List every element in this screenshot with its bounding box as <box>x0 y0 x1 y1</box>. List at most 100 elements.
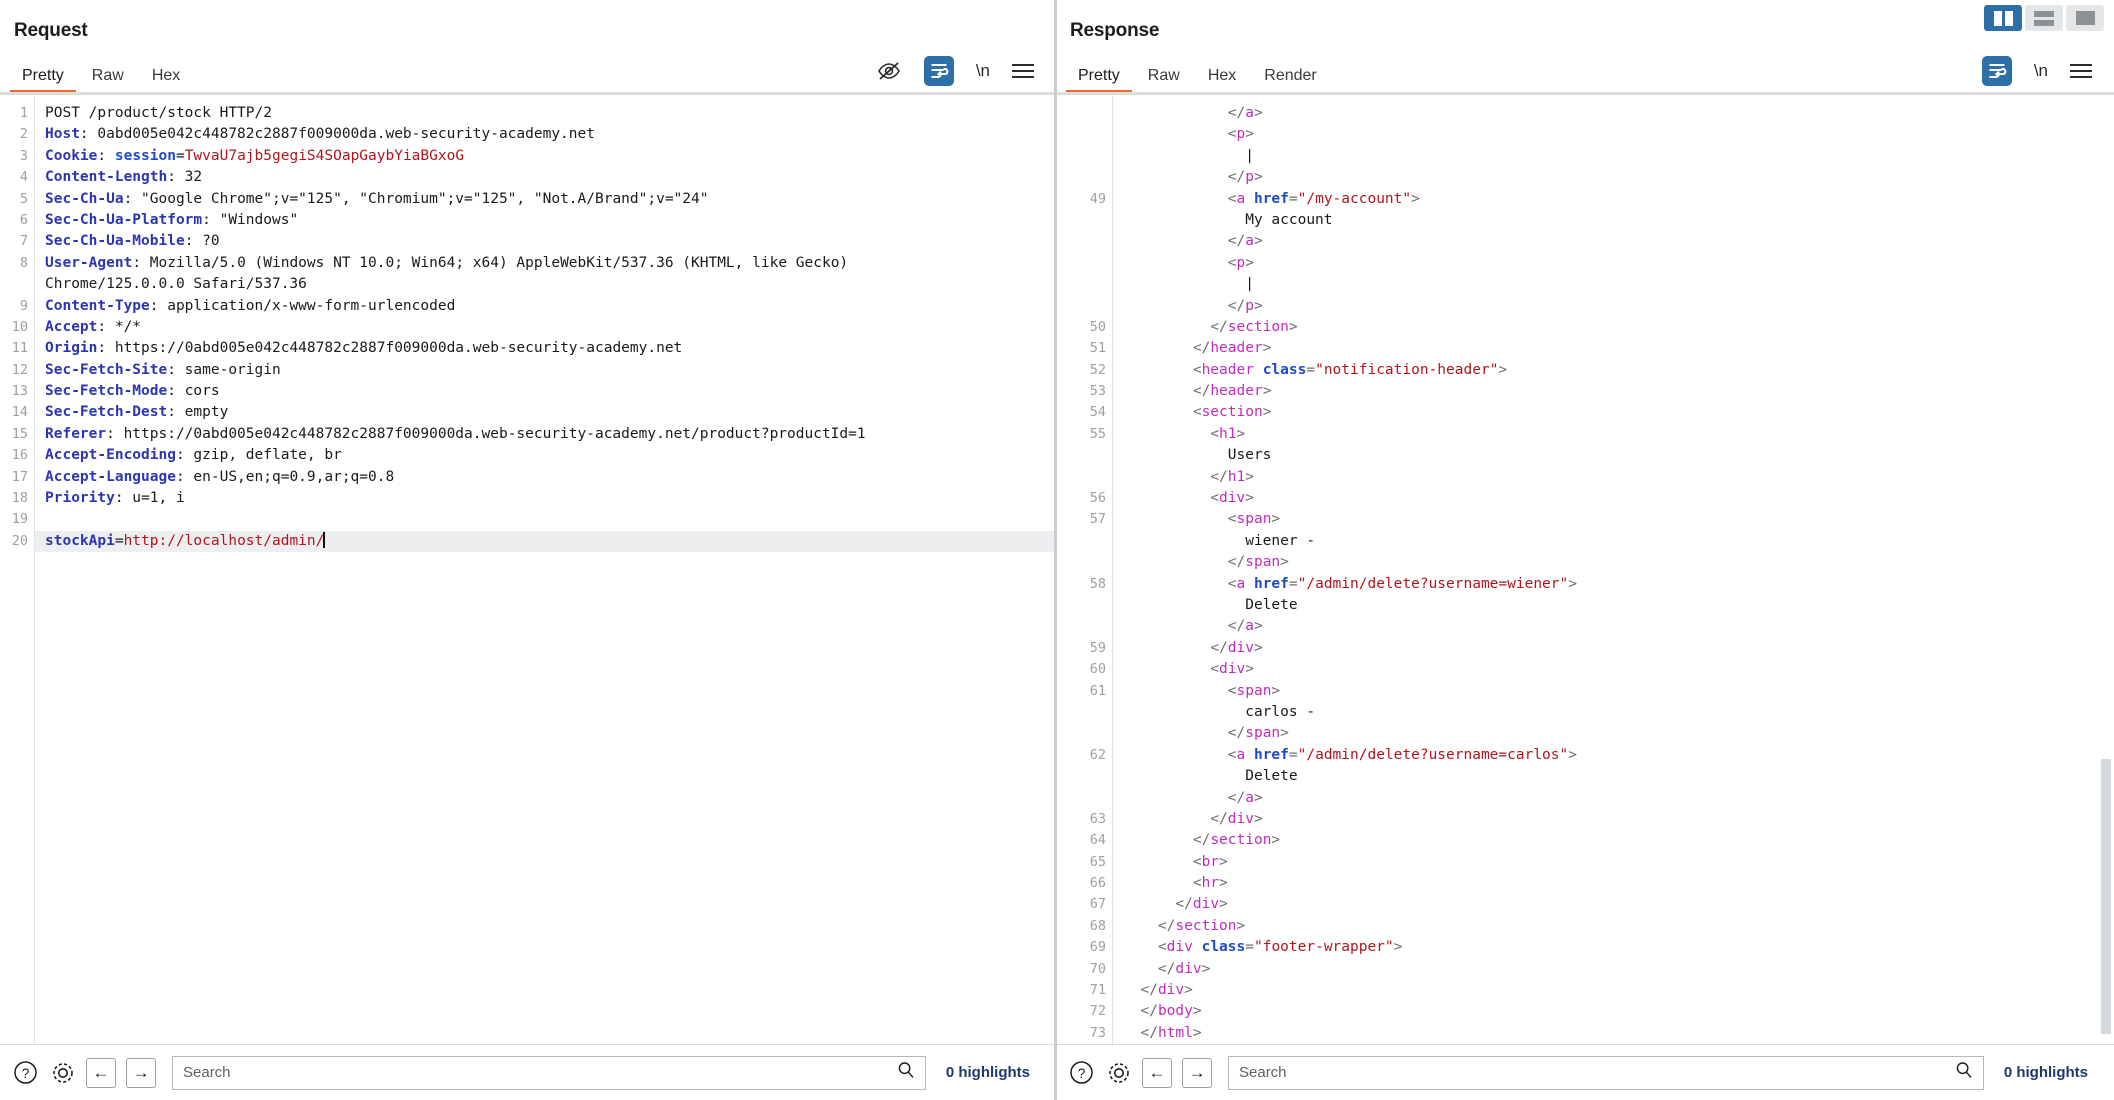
hamburger-menu-icon[interactable] <box>1012 64 1034 78</box>
code-line: Sec-Ch-Ua-Mobile: ?0 <box>45 233 220 250</box>
code-line: </a> <box>1227 789 1263 806</box>
code-line: Accept-Encoding: gzip, deflate, br <box>45 447 342 464</box>
line-number: 72 <box>1089 1003 1106 1020</box>
line-number: 8 <box>19 254 28 271</box>
response-scrollbar-thumb[interactable] <box>2101 759 2111 1034</box>
line-number <box>1056 595 1106 616</box>
code-line: <div> <box>1210 490 1254 507</box>
response-editor[interactable]: 49 50 51 52 53 54 55 56 57 58 59 60 61 62 63 64 65 66 67 68… <box>1056 94 2114 1044</box>
code-line: <span> <box>1227 511 1281 528</box>
line-number: 6 <box>19 211 28 228</box>
response-search-box[interactable] <box>1228 1055 1984 1090</box>
line-number: 59 <box>1089 639 1106 656</box>
request-tab-raw[interactable]: Raw <box>78 61 138 94</box>
newline-toggle[interactable]: \n <box>2034 61 2048 81</box>
code-line: Referer: https://0abd005e042c448782c2887… <box>45 425 866 442</box>
line-number: 53 <box>1089 383 1106 400</box>
layout-side-by-side-button[interactable] <box>1984 5 2022 31</box>
code-line: <hr> <box>1192 875 1228 892</box>
code-line: Sec-Fetch-Mode: cors <box>45 383 220 400</box>
line-number: 15 <box>11 425 28 442</box>
line-number: 66 <box>1089 875 1106 892</box>
hamburger-menu-icon[interactable] <box>2070 64 2092 78</box>
response-highlights-count: 0 highlights <box>2003 1064 2088 1081</box>
svg-text:?: ? <box>1078 1065 1086 1081</box>
request-editor[interactable]: 1 2 3 4 5 6 7 8 9 10 11 12 13 14 15 16 17 18 19 20 POST /pr… <box>0 94 1056 1044</box>
search-input[interactable] <box>183 1064 897 1081</box>
code-line: <a href="/my-account"> <box>1227 190 1420 207</box>
line-number: 70 <box>1089 960 1106 977</box>
single-pane-icon <box>2075 11 2095 25</box>
word-wrap-button[interactable] <box>923 56 954 86</box>
magnifier-icon[interactable] <box>897 1061 915 1084</box>
code-line: </header> <box>1192 340 1272 357</box>
code-line: <span> <box>1227 682 1281 699</box>
response-tools: \n <box>1981 56 2114 94</box>
gear-icon[interactable] <box>1105 1059 1132 1086</box>
response-tab-render[interactable]: Render <box>1250 61 1330 94</box>
code-line: <div> <box>1210 661 1254 678</box>
response-tab-hex[interactable]: Hex <box>1194 61 1250 94</box>
line-number <box>1056 146 1106 167</box>
magnifier-icon[interactable] <box>1955 1061 1973 1084</box>
gear-icon[interactable] <box>49 1059 76 1086</box>
line-number <box>1056 253 1106 274</box>
line-number: 14 <box>11 404 28 421</box>
response-scrollbar[interactable] <box>2099 95 2112 1044</box>
code-line: Chrome/125.0.0.0 Safari/537.36 <box>45 276 307 293</box>
code-line: <p> <box>1227 254 1254 271</box>
request-code[interactable]: POST /product/stock HTTP/2 Host: 0abd005e… <box>35 95 1056 553</box>
layout-single-button[interactable] <box>2066 5 2104 31</box>
word-wrap-icon <box>931 64 949 78</box>
line-number: 51 <box>1089 340 1106 357</box>
response-tabs: Pretty Raw Hex Render \n <box>1056 50 2114 94</box>
request-code-area[interactable]: POST /product/stock HTTP/2 Host: 0abd005e… <box>34 95 1056 1044</box>
newline-toggle[interactable]: \n <box>976 61 990 81</box>
text-caret <box>323 531 326 548</box>
code-line: Sec-Fetch-Site: same-origin <box>45 361 281 378</box>
word-wrap-button[interactable] <box>1981 56 2012 86</box>
response-tab-raw[interactable]: Raw <box>1134 61 1194 94</box>
line-number: 52 <box>1089 361 1106 378</box>
question-mark-icon[interactable]: ? <box>12 1059 39 1086</box>
code-line: </div> <box>1210 810 1263 827</box>
line-number: 12 <box>11 361 28 378</box>
code-line: </span> <box>1227 725 1289 742</box>
code-line: </section> <box>1192 832 1281 849</box>
line-number <box>1056 702 1106 723</box>
response-tab-pretty[interactable]: Pretty <box>1064 61 1134 94</box>
layout-stacked-button[interactable] <box>2025 5 2063 31</box>
question-mark-icon[interactable]: ? <box>1068 1059 1095 1086</box>
code-line: | <box>1245 276 1254 293</box>
search-next-button[interactable]: → <box>1182 1057 1212 1088</box>
search-next-button[interactable]: → <box>126 1057 156 1088</box>
response-line-numbers: 49 50 51 52 53 54 55 56 57 58 59 60 61 62 63 64 65 66 67 68… <box>1056 95 1112 1044</box>
line-number <box>1056 467 1106 488</box>
code-line: Host: 0abd005e042c448782c2887f009000da.w… <box>45 126 595 143</box>
pane-divider[interactable] <box>1054 0 1057 1100</box>
line-number: 9 <box>19 297 28 314</box>
line-number: 61 <box>1089 682 1106 699</box>
search-prev-button[interactable]: ← <box>86 1057 116 1088</box>
code-line: carlos - <box>1245 703 1316 720</box>
line-number <box>1056 766 1106 787</box>
request-tab-pretty[interactable]: Pretty <box>8 61 78 94</box>
response-code: </a> <p> | </p> <a href="/my-account"> M… <box>1113 95 2114 1044</box>
code-line: </section> <box>1157 917 1246 934</box>
code-line: stockApi=http://localhost/admin/ <box>35 530 1056 553</box>
line-number: 13 <box>11 383 28 400</box>
request-tab-hex[interactable]: Hex <box>138 61 194 94</box>
code-line: My account <box>1245 211 1333 228</box>
line-number: 67 <box>1089 896 1106 913</box>
response-code-area[interactable]: </a> <p> | </p> <a href="/my-account"> M… <box>1112 95 2114 1044</box>
line-number: 18 <box>11 490 28 507</box>
line-number: 54 <box>1089 404 1106 421</box>
request-search-box[interactable] <box>172 1055 926 1090</box>
eye-slash-icon[interactable] <box>876 61 902 81</box>
line-number <box>1056 231 1106 252</box>
search-prev-button[interactable]: ← <box>1142 1057 1172 1088</box>
code-line: Delete <box>1245 768 1298 785</box>
search-input[interactable] <box>1239 1064 1955 1081</box>
request-title: Request <box>14 20 88 41</box>
